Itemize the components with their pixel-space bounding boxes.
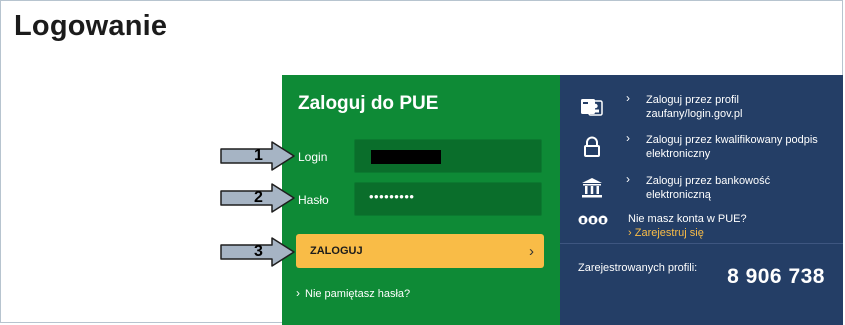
chevron-right-icon: › [628, 227, 635, 239]
forgot-password-link[interactable]: › Nie pamiętasz hasła? [296, 286, 410, 300]
id-card-icon [580, 96, 604, 118]
login-heading: Zaloguj do PUE [298, 93, 439, 114]
login-panel: Zaloguj do PUE Login Hasło ••••••••• ZAL… [282, 75, 560, 325]
chevron-right-icon: › [626, 131, 630, 145]
register-link[interactable]: › Zarejestruj się [628, 226, 808, 240]
login-button-label: ZALOGUJ [310, 245, 363, 257]
alt-login-panel: › Zaloguj przez profil zaufany/login.gov… [560, 75, 843, 325]
step-arrow-2: 2 [220, 183, 300, 213]
alt-login-profil-zaufany-label: Zaloguj przez profil zaufany/login.gov.p… [646, 94, 743, 120]
chevron-right-icon: › [626, 91, 630, 105]
lock-icon [580, 136, 604, 158]
chevron-right-icon: › [626, 172, 630, 186]
login-redaction [371, 150, 441, 164]
divider [560, 243, 843, 244]
alt-login-profil-zaufany[interactable]: › Zaloguj przez profil zaufany/login.gov… [560, 91, 843, 125]
login-input[interactable] [354, 139, 542, 173]
login-button[interactable]: ZALOGUJ › [296, 234, 544, 268]
bank-icon [580, 177, 604, 199]
step-arrow-3: 3 [220, 237, 300, 267]
forgot-password-label: Nie pamiętasz hasła? [305, 288, 411, 300]
password-mask: ••••••••• [369, 189, 415, 204]
login-label: Login [298, 150, 328, 164]
registered-profiles-label: Zarejestrowanych profili: [578, 262, 698, 274]
page-title: Logowanie [14, 10, 168, 42]
password-input[interactable]: ••••••••• [354, 182, 542, 216]
alt-login-podpis-label: Zaloguj przez kwalifikowany podpis elekt… [646, 134, 818, 160]
step-number: 1 [254, 147, 263, 164]
register-section: Nie masz konta w PUE? › Zarejestruj się [560, 212, 843, 240]
alt-login-bank[interactable]: › Zaloguj przez bankowość elektroniczną [560, 172, 843, 206]
step-number: 2 [254, 189, 263, 206]
people-icon [578, 212, 608, 234]
alt-login-podpis[interactable]: › Zaloguj przez kwalifikowany podpis ele… [560, 131, 843, 165]
step-arrow-1: 1 [220, 141, 300, 171]
alt-login-bank-label: Zaloguj przez bankowość elektroniczną [646, 175, 771, 201]
password-label: Hasło [298, 193, 329, 207]
no-account-text: Nie masz konta w PUE? [628, 213, 747, 225]
register-link-label: Zarejestruj się [634, 227, 704, 239]
registered-profiles-count: 8 906 738 [727, 265, 825, 288]
chevron-right-icon: › [296, 286, 300, 300]
step-number: 3 [254, 243, 263, 260]
chevron-right-icon: › [529, 242, 534, 260]
